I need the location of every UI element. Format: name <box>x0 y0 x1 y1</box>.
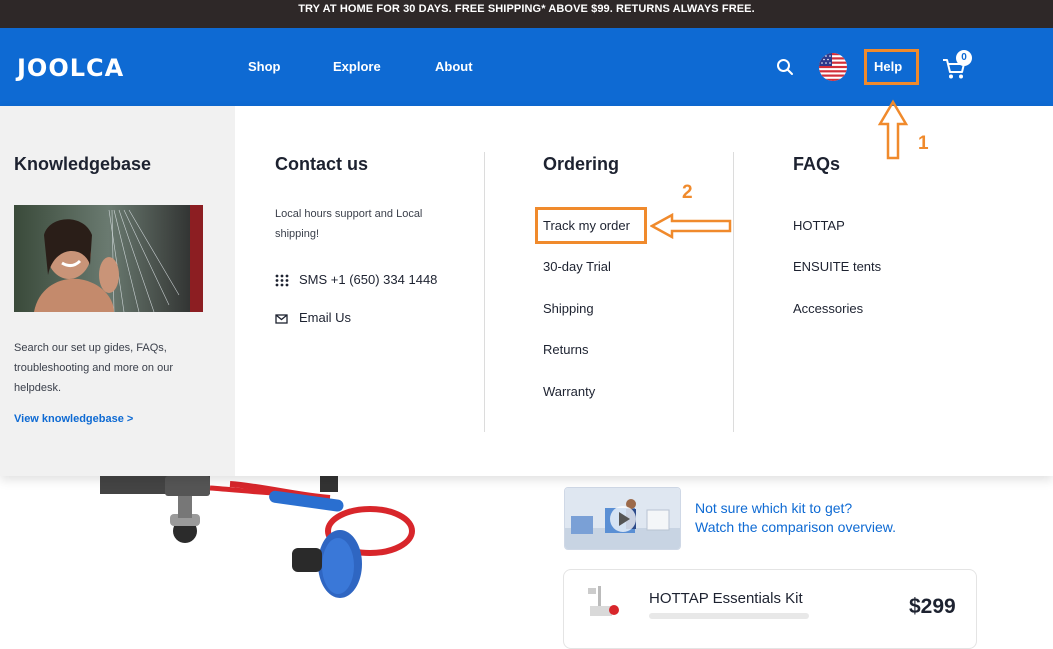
kit-description-placeholder <box>649 613 809 619</box>
ordering-30-day-trial[interactable]: 30-day Trial <box>543 259 611 274</box>
kit-price: $299 <box>909 595 956 618</box>
ordering-returns[interactable]: Returns <box>543 342 589 357</box>
envelope-icon <box>275 313 288 324</box>
kit-name: HOTTAP Essentials Kit <box>649 590 803 607</box>
view-knowledgebase-link[interactable]: View knowledgebase > <box>14 413 133 425</box>
email-label: Email Us <box>299 310 352 325</box>
annotation-step-1: 1 <box>918 133 929 154</box>
faq-hottap[interactable]: HOTTAP <box>793 218 845 233</box>
cart-count-badge: 0 <box>956 50 972 66</box>
comparison-video-thumbnail[interactable] <box>564 487 681 550</box>
knowledgebase-title: Knowledgebase <box>14 154 152 174</box>
sms-link[interactable]: SMS +1 (650) 334 1448 <box>275 272 437 288</box>
keypad-icon <box>275 274 289 286</box>
kit-thumbnail <box>588 586 619 616</box>
ordering-title: Ordering <box>543 154 620 174</box>
video-link-line2[interactable]: Watch the comparison overview. <box>695 519 896 535</box>
faqs-title: FAQs <box>793 154 841 174</box>
help-mega-menu: Knowledgebase Search our set up gides, F… <box>0 99 1053 476</box>
faq-accessories[interactable]: Accessories <box>793 301 863 316</box>
main-navigation: JOOLCA Shop Explore About Help 0 <box>0 28 1053 106</box>
annotation-step-2: 2 <box>682 182 693 203</box>
search-icon[interactable] <box>776 58 794 76</box>
column-divider <box>733 152 734 432</box>
help-button[interactable]: Help <box>874 59 902 74</box>
ordering-shipping[interactable]: Shipping <box>543 301 594 316</box>
nav-link-explore[interactable]: Explore <box>333 59 381 74</box>
nav-link-shop[interactable]: Shop <box>248 59 281 74</box>
column-divider <box>484 152 485 432</box>
product-image <box>100 476 415 598</box>
ordering-warranty[interactable]: Warranty <box>543 384 595 399</box>
nav-link-about[interactable]: About <box>435 59 473 74</box>
contact-description: Local hours support and Local shipping! <box>275 208 423 240</box>
announcement-bar: TRY AT HOME FOR 30 DAYS. FREE SHIPPING* … <box>0 0 1053 28</box>
knowledgebase-image[interactable] <box>14 205 203 312</box>
knowledgebase-panel: Knowledgebase Search our set up gides, F… <box>0 106 235 476</box>
annotation-arrow-up <box>877 99 909 160</box>
email-link[interactable]: Email Us <box>275 310 351 325</box>
logo[interactable]: JOOLCA <box>17 54 124 82</box>
annotation-arrow-left <box>650 213 732 239</box>
video-link-line1[interactable]: Not sure which kit to get? <box>695 500 852 516</box>
contact-title: Contact us <box>275 154 369 174</box>
knowledgebase-description: Search our set up gides, FAQs, troublesh… <box>14 342 173 394</box>
sms-label: SMS +1 (650) 334 1448 <box>299 272 438 287</box>
us-flag-icon[interactable] <box>819 53 847 81</box>
faq-ensuite-tents[interactable]: ENSUITE tents <box>793 259 881 274</box>
track-order-highlight-box <box>535 207 647 244</box>
